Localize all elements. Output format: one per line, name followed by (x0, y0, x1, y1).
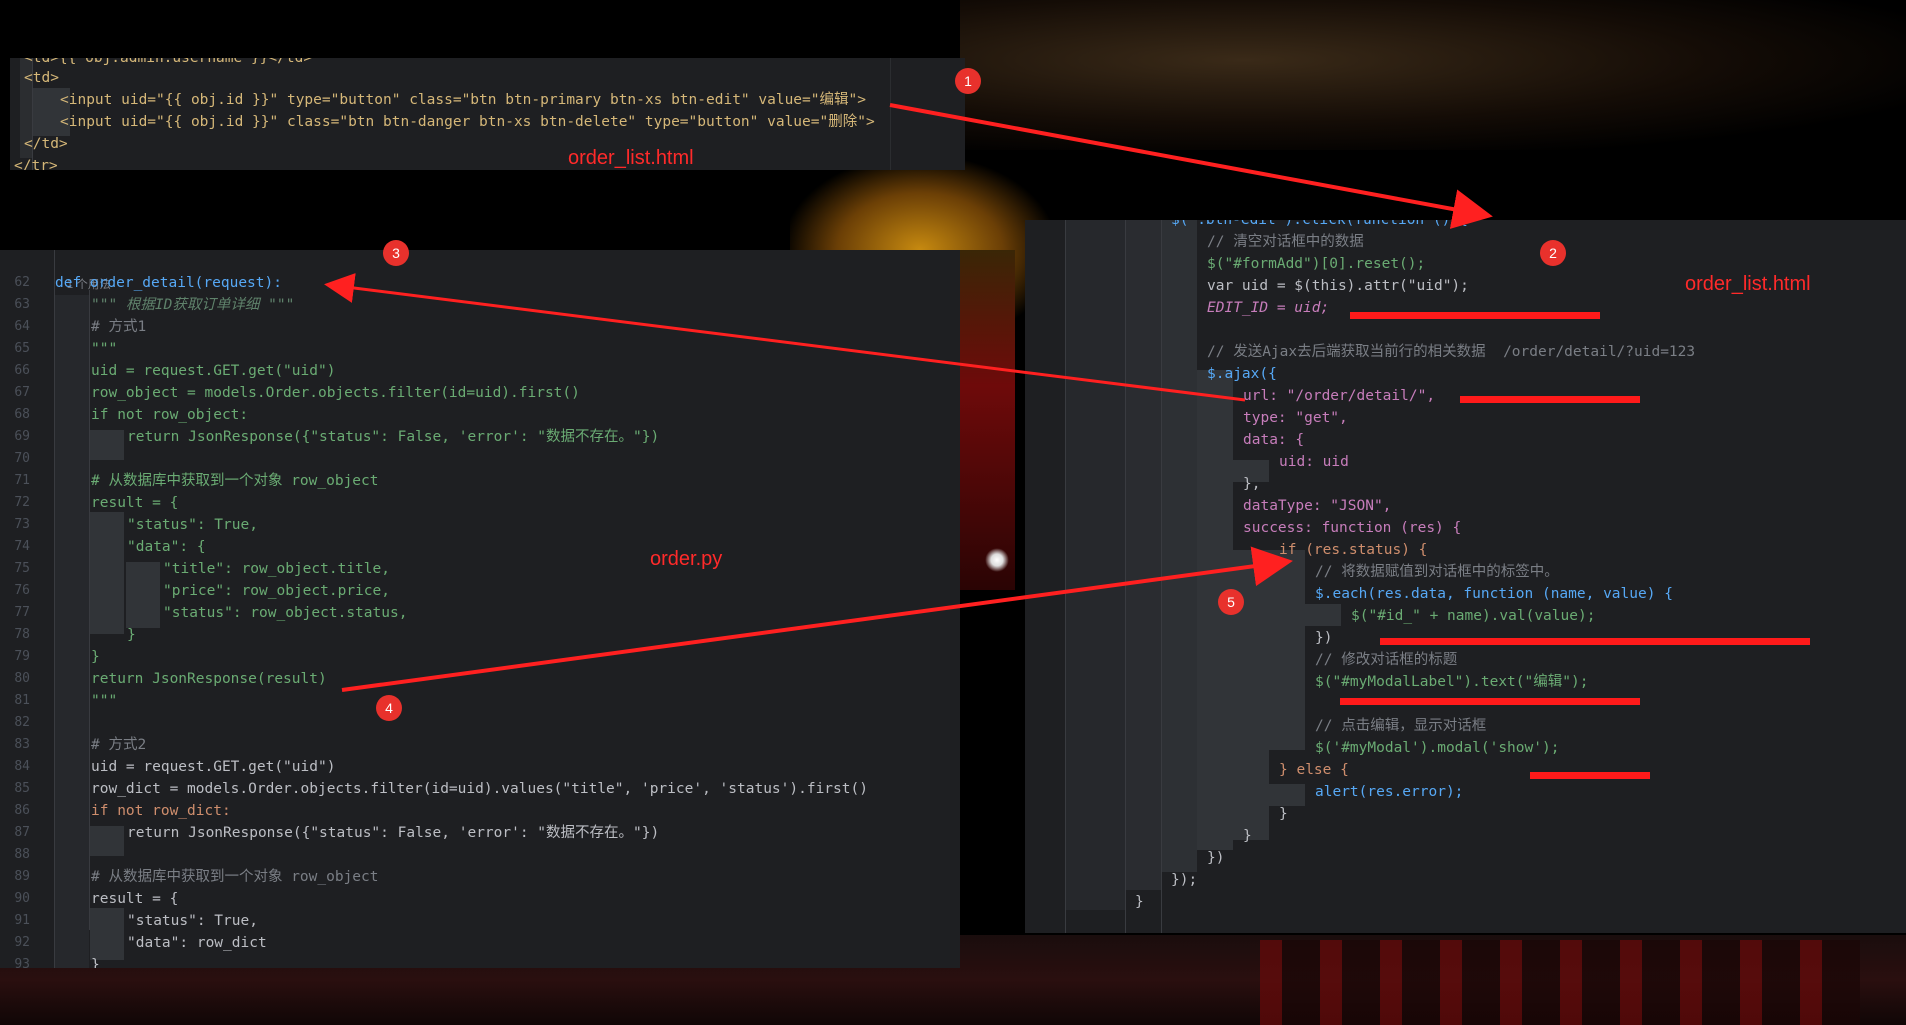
arrow-ajax-to-3 (324, 273, 1246, 402)
step-marker: 4 (376, 695, 402, 721)
step-marker: 1 (955, 68, 981, 94)
arrow-1-to-2 (889, 103, 1493, 229)
step-marker: 3 (383, 240, 409, 266)
step-marker: 5 (1218, 589, 1244, 615)
step-marker: 2 (1540, 240, 1566, 266)
annotation-arrows (324, 103, 1493, 692)
arrow-4-to-5 (341, 546, 1293, 692)
